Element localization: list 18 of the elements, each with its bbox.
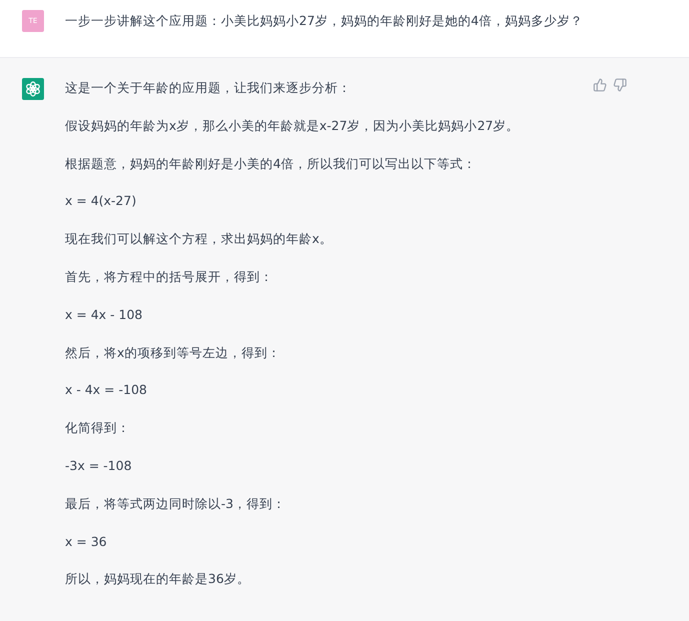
answer-paragraph: 假设妈妈的年龄为x岁，那么小美的年龄就是x-27岁，因为小美比妈妈小27岁。 — [65, 116, 520, 135]
thumbs-up-icon[interactable] — [593, 78, 607, 92]
answer-paragraph: -3x = -108 — [65, 456, 133, 475]
assistant-logo-icon — [22, 78, 44, 100]
answer-paragraph: 化简得到： — [65, 419, 131, 438]
answer-paragraph: x = 36 — [65, 532, 108, 551]
answer-paragraph: 首先，将方程中的括号展开，得到： — [65, 268, 274, 286]
answer-paragraph: 最后，将等式两边同时除以-3，得到： — [65, 494, 286, 513]
answer-paragraph: 根据题意，妈妈的年龄刚好是小美的4倍，所以我们可以写出以下等式： — [65, 154, 477, 173]
answer-paragraph: 所以，妈妈现在的年龄是36岁。 — [65, 570, 251, 588]
user-message: 一步一步讲解这个应用题：小美比妈妈小27岁，妈妈的年龄刚好是她的4倍，妈妈多少岁？ — [65, 12, 583, 30]
answer-paragraph: x - 4x = -108 — [65, 381, 148, 400]
thumbs-down-icon[interactable] — [613, 78, 627, 92]
answer-paragraph: x = 4x - 108 — [65, 306, 144, 324]
answer-paragraph: 现在我们可以解这个方程，求出妈妈的年龄x。 — [65, 230, 334, 248]
answer-paragraph: 然后，将x的项移到等号左边，得到： — [65, 344, 282, 362]
answer-paragraph: x = 4(x-27) — [65, 192, 138, 210]
answer-paragraph: 这是一个关于年龄的应用题，让我们来逐步分析： — [65, 79, 352, 97]
